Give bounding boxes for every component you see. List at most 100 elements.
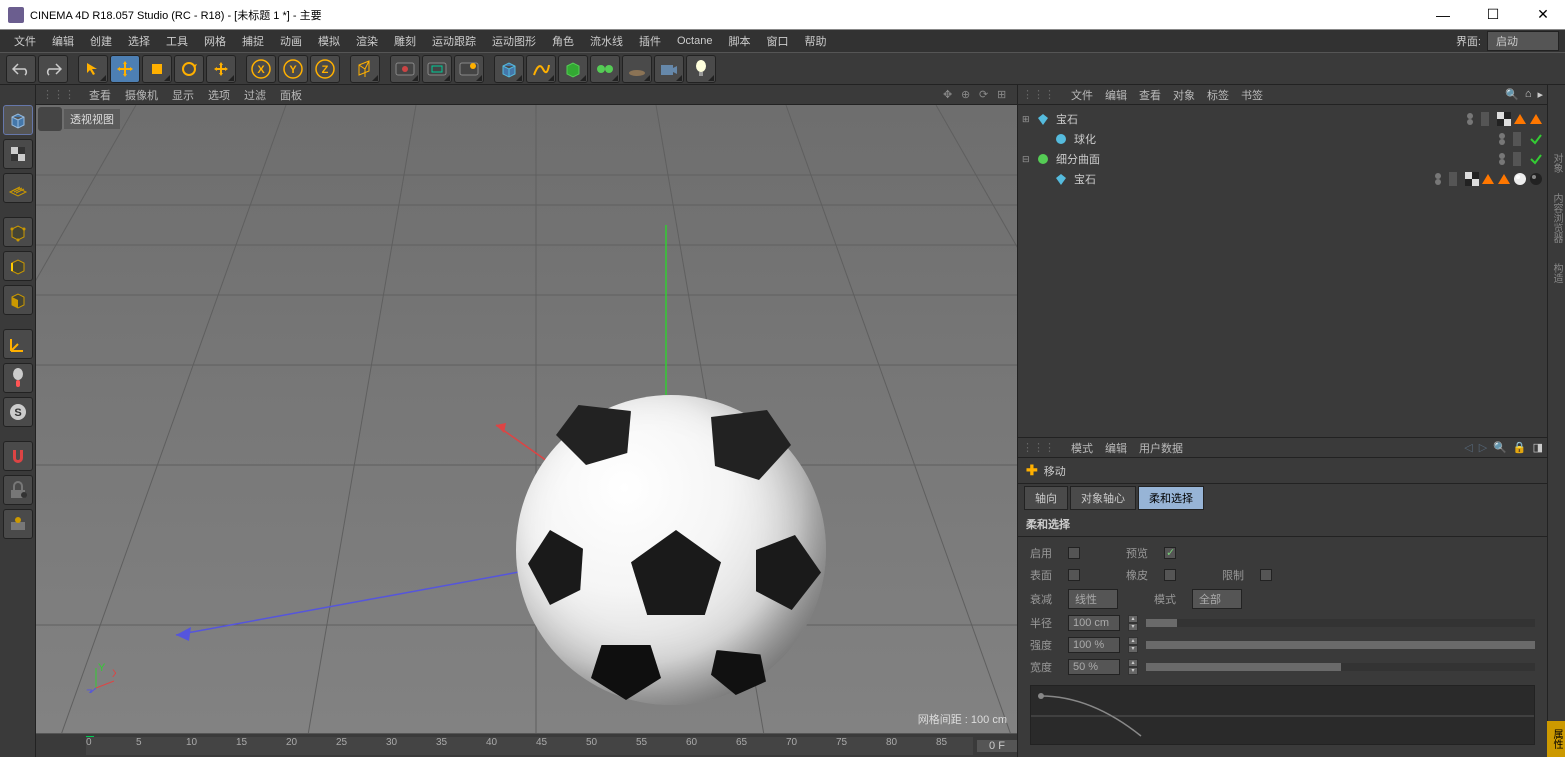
- tab-soft-select[interactable]: 柔和选择: [1138, 486, 1204, 510]
- search-icon[interactable]: 🔍: [1505, 88, 1519, 101]
- radius-spinner[interactable]: ▴▾: [1128, 615, 1138, 631]
- tag-vis[interactable]: [1497, 152, 1511, 166]
- attr-userdata-tab[interactable]: 用户数据: [1139, 440, 1183, 456]
- tree-row[interactable]: 宝石: [1022, 169, 1543, 189]
- edge-tab-attr[interactable]: 属性: [1547, 721, 1565, 757]
- attr-edit-tab[interactable]: 编辑: [1105, 440, 1127, 456]
- y-axis-button[interactable]: Y: [278, 55, 308, 83]
- menu-捕捉[interactable]: 捕捉: [234, 30, 272, 52]
- search-icon[interactable]: 🔍: [1493, 441, 1507, 454]
- object-name[interactable]: 宝石: [1072, 171, 1098, 187]
- grip-icon[interactable]: ⋮⋮⋮: [42, 88, 75, 101]
- menu-编辑[interactable]: 编辑: [44, 30, 82, 52]
- objtab-查看[interactable]: 查看: [1139, 90, 1161, 102]
- tag-vis[interactable]: [1465, 112, 1479, 126]
- edge-tab-1[interactable]: 对象: [1547, 145, 1565, 181]
- menu-角色[interactable]: 角色: [544, 30, 582, 52]
- menu-文件[interactable]: 文件: [6, 30, 44, 52]
- maximize-button[interactable]: ☐: [1479, 5, 1507, 25]
- minimize-button[interactable]: —: [1429, 5, 1457, 25]
- radius-field[interactable]: 100 cm: [1068, 615, 1120, 631]
- workplane-button[interactable]: [3, 173, 33, 203]
- last-tool-button[interactable]: [206, 55, 236, 83]
- edge-mode-button[interactable]: [3, 251, 33, 281]
- tweak-mode-button[interactable]: [3, 363, 33, 393]
- tag-vis[interactable]: [1433, 172, 1447, 186]
- redo-button[interactable]: [38, 55, 68, 83]
- render-view-button[interactable]: [390, 55, 420, 83]
- rotate-button[interactable]: [174, 55, 204, 83]
- viewport-cube-icon[interactable]: [38, 107, 62, 131]
- coord-system-button[interactable]: [350, 55, 380, 83]
- surface-checkbox[interactable]: [1068, 569, 1080, 581]
- viewport-3d[interactable]: 透视视图 YXZ 网格间距 : 100 cm: [36, 105, 1017, 733]
- expand-icon[interactable]: ⊞: [1022, 114, 1032, 125]
- strength-spinner[interactable]: ▴▾: [1128, 637, 1138, 653]
- tag-tri[interactable]: [1481, 172, 1495, 186]
- tree-row[interactable]: ⊞宝石: [1022, 109, 1543, 129]
- undo-button[interactable]: [6, 55, 36, 83]
- vpmenu-选项[interactable]: 选项: [208, 90, 230, 102]
- width-slider[interactable]: [1146, 663, 1535, 671]
- polygon-mode-button[interactable]: [3, 285, 33, 315]
- tag-vis[interactable]: [1497, 132, 1511, 146]
- object-name[interactable]: 细分曲面: [1054, 151, 1102, 167]
- radius-slider[interactable]: [1146, 619, 1535, 627]
- tag-check-green[interactable]: [1529, 132, 1543, 146]
- menu-雕刻[interactable]: 雕刻: [386, 30, 424, 52]
- nav-move-icon[interactable]: ✥: [943, 88, 957, 102]
- menu-流水线[interactable]: 流水线: [582, 30, 631, 52]
- tag-vis2[interactable]: [1481, 112, 1495, 126]
- camera-button[interactable]: [654, 55, 684, 83]
- objtab-文件[interactable]: 文件: [1071, 90, 1093, 102]
- rubber-checkbox[interactable]: [1164, 569, 1176, 581]
- tree-row[interactable]: ⊟细分曲面: [1022, 149, 1543, 169]
- vpmenu-摄像机[interactable]: 摄像机: [125, 90, 158, 102]
- render-region-button[interactable]: [422, 55, 452, 83]
- snap-button[interactable]: S: [3, 397, 33, 427]
- nav-zoom-icon[interactable]: ⊕: [961, 88, 975, 102]
- tag-checker[interactable]: [1497, 112, 1511, 126]
- tag-tri[interactable]: [1497, 172, 1511, 186]
- vpmenu-过滤[interactable]: 过滤: [244, 90, 266, 102]
- vpmenu-显示[interactable]: 显示: [172, 90, 194, 102]
- width-spinner[interactable]: ▴▾: [1128, 659, 1138, 675]
- menu-运动图形[interactable]: 运动图形: [484, 30, 544, 52]
- mode-dropdown[interactable]: 全部: [1192, 589, 1242, 609]
- menu-运动跟踪[interactable]: 运动跟踪: [424, 30, 484, 52]
- layout-select[interactable]: 启动: [1487, 31, 1559, 51]
- menu-工具[interactable]: 工具: [158, 30, 196, 52]
- falloff-graph[interactable]: [1030, 685, 1535, 745]
- edge-tab-3[interactable]: 构造: [1547, 255, 1565, 291]
- soccer-ball-object[interactable]: [516, 395, 826, 705]
- z-axis-button[interactable]: Z: [310, 55, 340, 83]
- viewport-solo-button[interactable]: [3, 509, 33, 539]
- menu-插件[interactable]: 插件: [631, 30, 669, 52]
- menu-模拟[interactable]: 模拟: [310, 30, 348, 52]
- move-button[interactable]: [110, 55, 140, 83]
- falloff-dropdown[interactable]: 线性: [1068, 589, 1118, 609]
- tag-mat1[interactable]: [1513, 172, 1527, 186]
- deformer-button[interactable]: [590, 55, 620, 83]
- preview-checkbox[interactable]: ✓: [1164, 547, 1176, 559]
- live-select-button[interactable]: [78, 55, 108, 83]
- generator-button[interactable]: [558, 55, 588, 83]
- menu-动画[interactable]: 动画: [272, 30, 310, 52]
- tag-vis2[interactable]: [1513, 152, 1527, 166]
- tag-check-green[interactable]: [1529, 152, 1543, 166]
- nav-fwd-icon[interactable]: ▷: [1479, 441, 1487, 454]
- vpmenu-查看[interactable]: 查看: [89, 90, 111, 102]
- strength-slider[interactable]: [1146, 641, 1535, 649]
- menu-创建[interactable]: 创建: [82, 30, 120, 52]
- menu-Octane[interactable]: Octane: [669, 32, 720, 50]
- menu-选择[interactable]: 选择: [120, 30, 158, 52]
- menu-帮助[interactable]: 帮助: [796, 30, 834, 52]
- strength-field[interactable]: 100 %: [1068, 637, 1120, 653]
- tab-axis[interactable]: 轴向: [1024, 486, 1068, 510]
- tag-tri[interactable]: [1513, 112, 1527, 126]
- axis-mode-button[interactable]: [3, 329, 33, 359]
- nav-max-icon[interactable]: ⊞: [997, 88, 1011, 102]
- home-icon[interactable]: ⌂: [1525, 88, 1532, 101]
- nav-rotate-icon[interactable]: ⟳: [979, 88, 993, 102]
- cube-primitive-button[interactable]: [494, 55, 524, 83]
